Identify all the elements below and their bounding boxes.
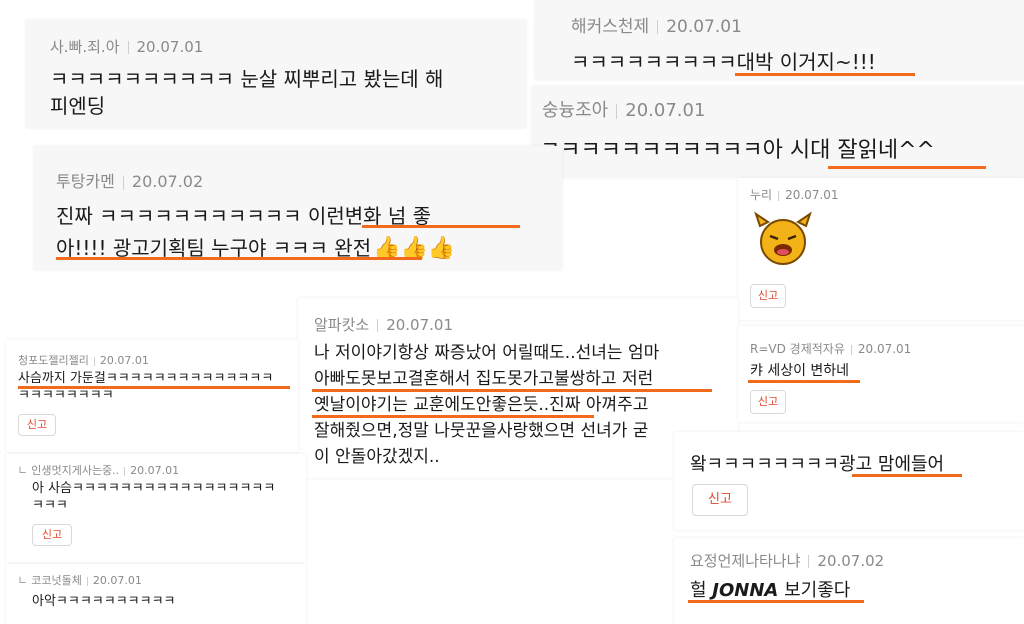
report-button[interactable]: 신고	[18, 414, 56, 436]
highlight-underline	[735, 73, 915, 76]
comment-date: 20.07.02	[131, 172, 204, 191]
comment-date: 20.07.01	[92, 574, 142, 587]
comment-text: ㅋㅋㅋㅋㅋㅋㅋㅋㅋ대박 이거지~!!!	[571, 50, 876, 74]
comment-text: 아악ㅋㅋㅋㅋㅋㅋㅋㅋㅋㅋ	[32, 594, 176, 609]
highlight-underline	[688, 600, 864, 603]
highlight-underline	[56, 257, 422, 260]
username[interactable]: 요정언제나타나냐	[690, 552, 800, 570]
comment-text-start: 헐	[690, 580, 713, 601]
highlight-underline	[828, 166, 986, 169]
comment-text: 진짜 ㅋㅋㅋㅋㅋㅋㅋㅋㅋㅋㅋ 이런변화 넘 좋 아!!!! 광고기획팀 누구야 …	[56, 200, 455, 265]
highlight-underline	[362, 225, 520, 228]
username[interactable]: 청포도젤리젤리	[18, 354, 89, 367]
comment-card: 알파캇소 20.07.01 나 저이야기항상 짜증났어 어릴때도..선녀는 엄마 …	[298, 298, 738, 478]
reply-card: ∟ 코코넛돌체 20.07.01 아악ㅋㅋㅋㅋㅋㅋㅋㅋㅋㅋ	[6, 564, 306, 624]
comment-meta: ∟ 인생멋지게사는중.. 20.07.01	[18, 462, 179, 478]
comment-meta: 청포도젤리젤리 20.07.01	[18, 352, 149, 368]
comment-date: 20.07.01	[666, 17, 742, 37]
comment-text-end: 보기좋다	[778, 580, 851, 601]
sticker-character-icon	[754, 211, 812, 265]
username[interactable]: 사.빠.죄.아	[50, 38, 120, 56]
reply-arrow-icon: ∟	[18, 574, 28, 587]
highlight-underline	[312, 389, 712, 392]
highlight-underline	[312, 415, 594, 418]
comment-meta: R=VD 경제적자유 20.07.01	[750, 340, 911, 357]
comment-card: 왘ㅋㅋㅋㅋㅋㅋㅋㅋ광고 맘에들어 신고	[674, 432, 1024, 530]
comment-meta: 누리 20.07.01	[750, 186, 839, 203]
highlight-underline	[852, 474, 962, 477]
comment-date: 20.07.01	[99, 354, 149, 367]
username[interactable]: 알파캇소	[314, 316, 369, 334]
comment-date: 20.07.02	[817, 552, 885, 570]
comment-card: 숭늉조아 20.07.01 ㅋㅋㅋㅋㅋㅋㅋㅋㅋㅋㅋ아 시대 잘읽네^^	[532, 86, 1024, 178]
comment-card: 청포도젤리젤리 20.07.01 사슴까지 가둔걸ㅋㅋㅋㅋㅋㅋㅋㅋㅋㅋㅋㅋㅋㅋ ㅋ…	[6, 340, 298, 452]
comment-text: 캬 세상이 변하네	[750, 363, 850, 379]
comment-meta: 요정언제나타나냐 20.07.02	[690, 550, 884, 571]
username[interactable]: 코코넛돌체	[31, 574, 82, 587]
username[interactable]: 해커스천제	[571, 17, 649, 37]
report-button[interactable]: 신고	[750, 390, 786, 414]
comment-text: ㅋㅋㅋㅋㅋㅋㅋㅋㅋㅋ 눈살 찌뿌리고 봤는데 해 피엔딩	[50, 67, 444, 118]
username[interactable]: R=VD 경제적자유	[750, 342, 845, 356]
report-button[interactable]: 신고	[692, 484, 748, 516]
comment-meta: 사.빠.죄.아 20.07.01	[50, 36, 203, 57]
highlight-underline	[18, 386, 290, 389]
comment-meta: 알파캇소 20.07.01	[314, 314, 453, 335]
comment-text: 나 저이야기항상 짜증났어 어릴때도..선녀는 엄마 아빠도못보고결혼해서 집도…	[314, 343, 660, 467]
comment-card: 해커스천제 20.07.01 ㅋㅋㅋㅋㅋㅋㅋㅋㅋ대박 이거지~!!!	[535, 0, 1024, 80]
comment-card: 사.빠.죄.아 20.07.01 ㅋㅋㅋㅋㅋㅋㅋㅋㅋㅋ 눈살 찌뿌리고 봤는데 해…	[26, 20, 526, 128]
comment-meta: 해커스천제 20.07.01	[571, 12, 742, 37]
comment-meta: ∟ 코코넛돌체 20.07.01	[18, 572, 142, 588]
reply-arrow-icon: ∟	[18, 464, 28, 477]
comment-meta: 숭늉조아 20.07.01	[542, 96, 705, 122]
username[interactable]: 투탕카멘	[56, 172, 115, 191]
comment-date: 20.07.01	[857, 342, 912, 356]
username[interactable]: 누리	[750, 188, 772, 202]
comment-date: 20.07.01	[785, 188, 839, 202]
comment-meta: 투탕카멘 20.07.02	[56, 168, 203, 192]
thumbs-up-icon: 👍👍👍	[373, 236, 456, 261]
comment-text: ㅋㅋㅋㅋㅋㅋㅋㅋㅋㅋㅋ아 시대 잘읽네^^	[540, 138, 935, 163]
highlight-underline	[748, 380, 860, 383]
comment-text: 아 사슴ㅋㅋㅋㅋㅋㅋㅋㅋㅋㅋㅋㅋㅋㅋㅋㅋㅋ ㅋㅋㅋ	[32, 481, 276, 513]
report-button[interactable]: 신고	[750, 284, 786, 308]
comment-date: 20.07.01	[386, 316, 453, 334]
emphasized-word: JONNA	[712, 580, 779, 601]
report-button[interactable]: 신고	[32, 524, 72, 546]
comment-date: 20.07.01	[136, 38, 204, 56]
comment-card: 요정언제나타나냐 20.07.02 헐 JONNA 보기좋다	[674, 538, 1024, 624]
comment-card: 투탕카멘 20.07.02 진짜 ㅋㅋㅋㅋㅋㅋㅋㅋㅋㅋㅋ 이런변화 넘 좋 아!!…	[34, 146, 562, 270]
comment-card: R=VD 경제적자유 20.07.01 캬 세상이 변하네 신고	[738, 326, 1024, 422]
comment-text: 왘ㅋㅋㅋㅋㅋㅋㅋㅋ광고 맘에들어	[690, 454, 945, 475]
username[interactable]: 인생멋지게사는중..	[31, 464, 119, 477]
comment-card: 누리 20.07.01 신고	[738, 178, 1024, 320]
reply-card: ∟ 인생멋지게사는중.. 20.07.01 아 사슴ㅋㅋㅋㅋㅋㅋㅋㅋㅋㅋㅋㅋㅋㅋㅋㅋ…	[6, 454, 306, 562]
comment-text: 헐 JONNA 보기좋다	[690, 576, 850, 602]
comment-date: 20.07.01	[625, 100, 706, 121]
username[interactable]: 숭늉조아	[542, 100, 608, 121]
comment-date: 20.07.01	[130, 464, 180, 477]
